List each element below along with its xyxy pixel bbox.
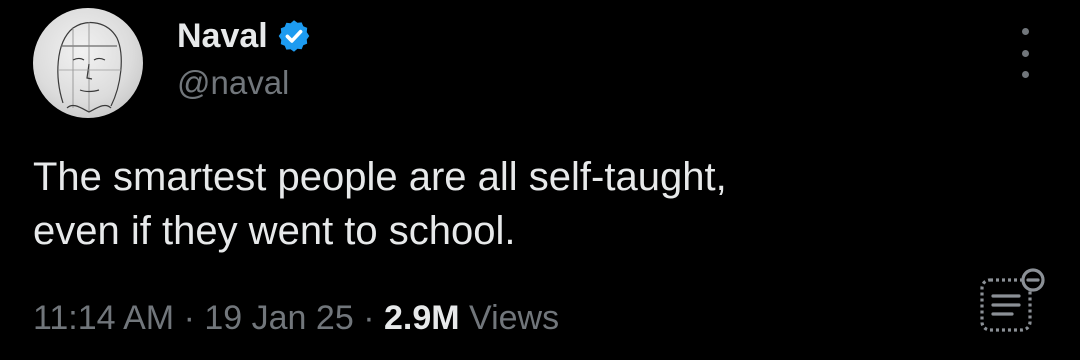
- tweet-meta: 11:14 AM · 19 Jan 25 · 2.9M Views: [33, 298, 559, 338]
- avatar[interactable]: [33, 8, 143, 118]
- more-dot: [1021, 71, 1029, 78]
- more-dot: [1021, 49, 1029, 57]
- tweet-date[interactable]: 19 Jan 25: [204, 299, 353, 337]
- notes-icon-graphic: [980, 268, 1045, 332]
- meta-separator: ·: [183, 299, 195, 337]
- tweet-line: even if they went to school.: [33, 209, 516, 253]
- more-options-icon[interactable]: [1012, 28, 1038, 78]
- verified-badge-icon[interactable]: [276, 18, 312, 54]
- notes-icon[interactable]: [974, 266, 1050, 336]
- tweet-time[interactable]: 11:14 AM: [33, 299, 174, 337]
- views-count: 2.9M: [383, 299, 460, 337]
- author-row[interactable]: Naval: [177, 14, 312, 58]
- tweet-text: The smartest people are all self-taught,…: [33, 150, 1013, 258]
- author-handle[interactable]: @naval: [177, 66, 289, 99]
- views-label: Views: [469, 299, 560, 337]
- author-name[interactable]: Naval: [177, 19, 268, 53]
- avatar-sketch: [57, 21, 122, 113]
- meta-separator: ·: [363, 299, 375, 337]
- more-dot: [1021, 28, 1029, 35]
- tweet-line: The smartest people are all self-taught,: [33, 155, 727, 199]
